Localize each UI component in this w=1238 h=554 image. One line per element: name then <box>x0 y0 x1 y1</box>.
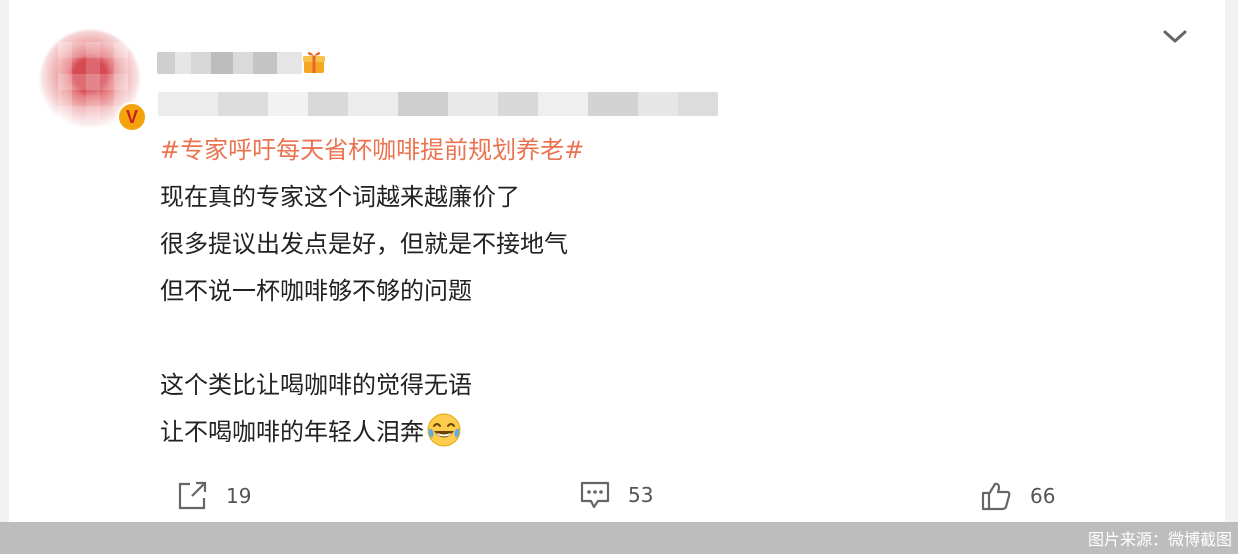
repost-count: 19 <box>226 484 252 508</box>
post-content: #专家呼吁每天省杯咖啡提前规划养老# 现在真的专家这个词越来越廉价了 很多提议出… <box>160 127 860 456</box>
comment-icon <box>580 481 610 509</box>
thumbs-up-icon <box>981 482 1011 511</box>
avatar[interactable]: V <box>40 30 150 140</box>
like-button[interactable]: 66 <box>980 480 1055 512</box>
repost-icon <box>178 481 207 510</box>
post-line-text: 让不喝咖啡的年轻人泪奔 <box>160 418 424 446</box>
post-line: 但不说一杯咖啡够不够的问题 <box>160 277 472 305</box>
post-line: 现在真的专家这个词越来越廉价了 <box>160 183 520 211</box>
post-last-line: 让不喝咖啡的年轻人泪奔 <box>160 409 860 456</box>
vip-gift-icon[interactable] <box>300 48 328 76</box>
comment-count: 53 <box>628 483 654 507</box>
hashtag-link[interactable]: #专家呼吁每天省杯咖啡提前规划养老# <box>160 136 584 164</box>
post-meta-blurred <box>158 92 718 116</box>
verified-badge-icon: V <box>117 102 147 132</box>
chevron-down-icon[interactable] <box>1162 26 1188 46</box>
laughing-crying-emoji <box>427 413 461 447</box>
repost-button[interactable]: 19 <box>176 480 251 512</box>
comment-button[interactable]: 53 <box>580 480 653 510</box>
image-source-watermark: 图片来源：微博截图 <box>1087 530 1232 549</box>
username-blurred[interactable] <box>157 52 302 74</box>
post-line: 很多提议出发点是好，但就是不接地气 <box>160 230 568 258</box>
post-line: 这个类比让喝咖啡的觉得无语 <box>160 371 472 399</box>
like-count: 66 <box>1030 484 1056 508</box>
footer-bar <box>0 522 1238 554</box>
